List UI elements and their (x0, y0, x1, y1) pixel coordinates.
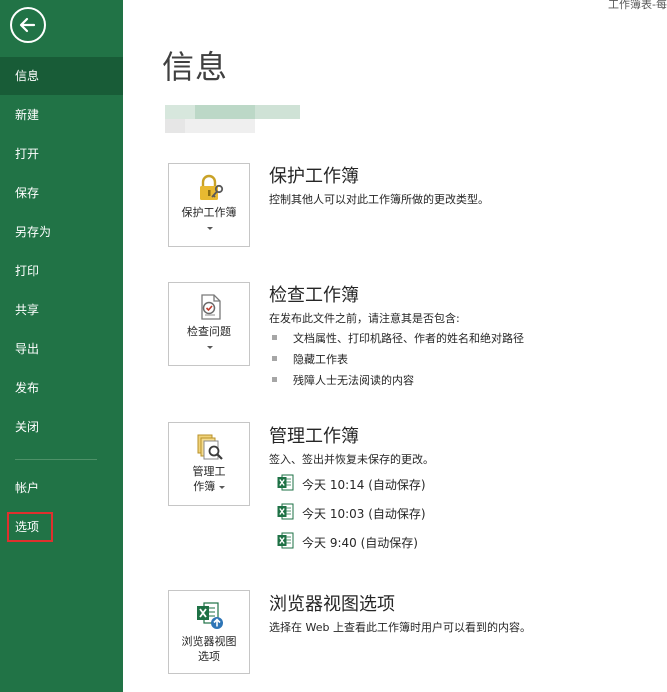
window-caption: 工作簿表-每 (608, 0, 667, 11)
sidebar-item-export[interactable]: 导出 (0, 330, 123, 368)
browser-view-options-description: 选择在 Web 上查看此工作簿时用户可以看到的内容。 (269, 621, 531, 634)
sidebar-item-new[interactable]: 新建 (0, 96, 123, 134)
excel-web-icon (197, 602, 223, 629)
manage-workbook-title: 管理工作簿 (269, 426, 359, 447)
manage-workbook-label-line1: 管理工 (192, 465, 226, 478)
inspect-bullet-3: 残障人士无法阅读的内容 (293, 374, 414, 387)
document-inspect-icon (201, 294, 221, 320)
inspect-workbook-title: 检查工作簿 (269, 285, 359, 306)
arrow-left-icon (19, 17, 36, 33)
protect-workbook-label: 保护工作簿 (181, 206, 237, 219)
manage-versions-icon (197, 434, 223, 460)
browser-view-label-line1: 浏览器视图 (181, 635, 237, 648)
chevron-down-icon (207, 346, 213, 349)
lock-key-icon (200, 174, 224, 200)
browser-view-label-line2: 选项 (198, 650, 220, 663)
chevron-down-icon (218, 485, 225, 489)
blurred-file-path (165, 105, 305, 135)
sidebar-item-save[interactable]: 保存 (0, 174, 123, 212)
sidebar-item-print[interactable]: 打印 (0, 252, 123, 290)
backstage-sidebar: 信息 新建 打开 保存 另存为 打印 共享 导出 发布 关闭 帐户 选项 (0, 0, 123, 692)
manage-workbook-label-line2: 作簿 (171, 480, 247, 494)
sidebar-item-close[interactable]: 关闭 (0, 408, 123, 446)
sidebar-item-publish[interactable]: 发布 (0, 369, 123, 407)
bullet-marker (272, 335, 277, 340)
manage-workbook-description: 签入、签出并恢复未保存的更改。 (269, 453, 434, 466)
protect-workbook-description: 控制其他人可以对此工作簿所做的更改类型。 (269, 193, 489, 206)
excel-file-icon (277, 532, 294, 549)
protect-workbook-button[interactable]: 保护工作簿 (168, 163, 250, 247)
check-issues-button[interactable]: 检查问题 (168, 282, 250, 366)
page-title: 信息 (162, 48, 229, 86)
bullet-marker (272, 356, 277, 361)
bullet-marker (272, 377, 277, 382)
sidebar-item-open[interactable]: 打开 (0, 135, 123, 173)
excel-file-icon (277, 474, 294, 491)
browser-view-options-button[interactable]: 浏览器视图 选项 (168, 590, 250, 674)
back-button[interactable] (10, 7, 46, 43)
chevron-down-icon (207, 227, 213, 230)
protect-workbook-title: 保护工作簿 (269, 166, 359, 187)
options-highlight-box (7, 512, 53, 542)
check-issues-label: 检查问题 (187, 325, 231, 338)
sidebar-item-account[interactable]: 帐户 (0, 469, 123, 507)
manage-workbook-button[interactable]: 管理工 作簿 (168, 422, 250, 506)
sidebar-divider (15, 459, 97, 460)
inspect-bullet-1: 文档属性、打印机路径、作者的姓名和绝对路径 (293, 332, 524, 345)
inspect-workbook-description: 在发布此文件之前，请注意其是否包含: (269, 312, 460, 325)
sidebar-item-info[interactable]: 信息 (0, 57, 123, 95)
version-label: 今天 9:40 (自动保存) (302, 536, 418, 550)
version-label: 今天 10:03 (自动保存) (302, 507, 426, 521)
sidebar-item-share[interactable]: 共享 (0, 291, 123, 329)
sidebar-item-save-as[interactable]: 另存为 (0, 213, 123, 251)
excel-file-icon (277, 503, 294, 520)
inspect-bullet-2: 隐藏工作表 (293, 353, 348, 366)
browser-view-options-title: 浏览器视图选项 (269, 594, 395, 615)
version-label: 今天 10:14 (自动保存) (302, 478, 426, 492)
